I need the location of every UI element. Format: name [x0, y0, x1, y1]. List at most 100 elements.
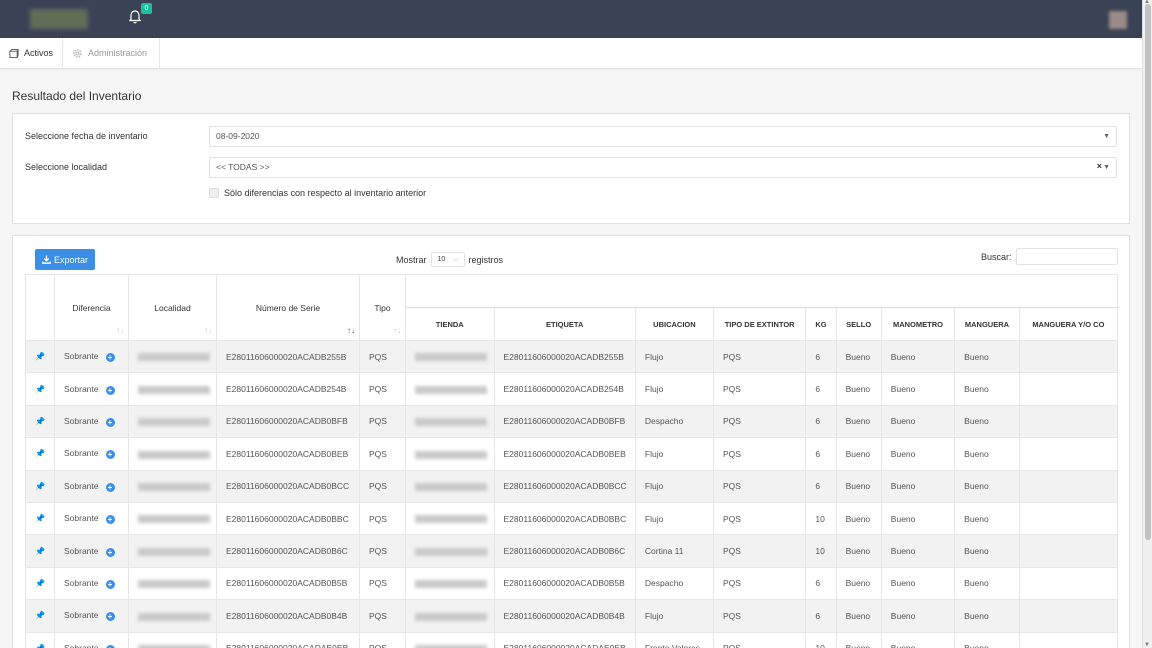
- tienda-cell: [405, 372, 495, 406]
- search-input[interactable]: [1016, 248, 1118, 265]
- pin-icon[interactable]: 📌: [25, 534, 55, 568]
- etiqueta-cell: E28011606000020ACADB0B4B: [493, 599, 636, 633]
- expand-icon[interactable]: +: [105, 482, 115, 492]
- column-header-tipo-de-extintor[interactable]: TIPO DE EXTINTOR: [712, 307, 807, 341]
- table-row[interactable]: E28011606000020ACADB0BFB Despacho PQS 6 Buen…: [405, 404, 1118, 439]
- nav-item-administracion[interactable]: Administración: [63, 38, 160, 68]
- pin-icon[interactable]: 📌: [25, 469, 55, 503]
- manguera-co-cell: [1018, 469, 1118, 503]
- column-header-sello[interactable]: SELLO: [835, 307, 882, 341]
- column-header-kg[interactable]: KG: [805, 307, 837, 341]
- localidad-select[interactable]: << TODAS >> × ▼: [209, 157, 1117, 178]
- table-row[interactable]: E28011606000020ACADB0BEB Flujo PQS 6 Bueno Bu…: [405, 437, 1118, 471]
- pin-icon[interactable]: 📌: [25, 339, 55, 374]
- pin-icon[interactable]: 📌: [25, 501, 55, 536]
- pin-icon[interactable]: 📌: [25, 631, 55, 648]
- column-header-manguera-y-o-co[interactable]: MANGUERA Y/O CO: [1018, 307, 1118, 341]
- manguera-co-cell: [1018, 599, 1118, 633]
- column-header-label: Tipo: [374, 302, 391, 313]
- column-header-manometro[interactable]: MANOMETRO: [880, 307, 956, 341]
- table-row[interactable]: 📌 Sobrante + E28011606000020ACADB0BFB PQS: [25, 404, 406, 439]
- redacted-value: [138, 353, 210, 362]
- redacted-value: [138, 547, 210, 556]
- etiqueta-cell: E28011606000020ACADB0B5B: [493, 566, 636, 601]
- scroll-down-icon[interactable]: ▼: [1144, 642, 1150, 648]
- column-header-etiqueta[interactable]: ETIQUETA: [493, 307, 636, 341]
- user-avatar[interactable]: [1109, 11, 1127, 29]
- table-row[interactable]: E28011606000020ACADB0B6C Cortina 11 PQS 10 B…: [405, 534, 1118, 568]
- expand-icon[interactable]: +: [105, 515, 115, 525]
- diferencia-cell: Sobrante +: [54, 469, 129, 503]
- table-row[interactable]: E28011606000020ACADB255B Flujo PQS 6 Bueno Bu…: [405, 339, 1118, 374]
- tienda-cell: [405, 437, 495, 471]
- pin-icon[interactable]: 📌: [25, 566, 55, 601]
- table-row[interactable]: 📌 Sobrante + E28011606000020ACADB0BBC PQS: [25, 501, 406, 536]
- redacted-value: [415, 385, 487, 394]
- expand-icon[interactable]: +: [105, 450, 115, 460]
- manometro-cell: Bueno: [880, 372, 956, 406]
- pin-icon[interactable]: 📌: [25, 437, 55, 471]
- column-header-manguera[interactable]: MANGUERA: [954, 307, 1020, 341]
- table-row[interactable]: 📌 Sobrante + E28011606000020ACADB0B4B PQS: [25, 599, 406, 633]
- table-row[interactable]: E28011606000020ACADB0BBC Flujo PQS 10 Bueno B…: [405, 501, 1118, 536]
- expand-icon[interactable]: +: [105, 612, 115, 622]
- column-header-localidad[interactable]: Localidad ↑↓: [128, 274, 217, 341]
- ubicacion-cell: Flujo: [634, 339, 714, 374]
- clear-icon[interactable]: ×: [1097, 157, 1102, 176]
- tipo-extintor-cell: PQS: [712, 534, 807, 568]
- pin-icon[interactable]: 📌: [25, 404, 55, 439]
- expand-icon[interactable]: +: [105, 353, 115, 363]
- table-row[interactable]: 📌 Sobrante + E28011606000020ACADB254B PQS: [25, 372, 406, 406]
- table-row[interactable]: 📌 Sobrante + E28011606000020ACADB0B5B PQS: [25, 566, 406, 601]
- serie-cell: E28011606000020ACADB255B: [216, 339, 360, 374]
- column-header-diferencia[interactable]: Diferencia ↑↓: [54, 274, 129, 341]
- sello-cell: Bueno: [835, 599, 882, 633]
- page-length-select[interactable]: 10 ⌵: [430, 252, 465, 267]
- table-row[interactable]: 📌 Sobrante + E28011606000020ACADB0BEB PQS: [25, 437, 406, 471]
- ubicacion-cell: Flujo: [634, 599, 714, 633]
- column-header-ubicacion[interactable]: UBICACION: [634, 307, 714, 341]
- scrollable-columns[interactable]: TIENDA ETIQUETA UBICACION TIPO DE EXTINTOR K…: [405, 274, 1118, 648]
- table-row[interactable]: 📌Sobrante+ E28011606000020ACADAE9EBPQS: [25, 631, 406, 648]
- table-row[interactable]: 📌 Sobrante + E28011606000020ACADB255B PQS: [25, 339, 406, 374]
- expand-icon[interactable]: +: [105, 547, 115, 557]
- table-row[interactable]: E28011606000020ACADAE9EBFrente ValoresPQ…: [405, 631, 1118, 648]
- column-header-tienda[interactable]: TIENDA: [405, 307, 495, 341]
- fecha-select[interactable]: 08-09-2020 ▼: [209, 126, 1117, 147]
- expand-icon[interactable]: +: [105, 417, 115, 427]
- table-row[interactable]: E28011606000020ACADB254B Flujo PQS 6 Bueno Bu…: [405, 372, 1118, 406]
- expand-icon[interactable]: +: [105, 579, 115, 589]
- tipo-extintor-cell: PQS: [712, 501, 807, 536]
- table-row[interactable]: E28011606000020ACADB0B4B Flujo PQS 6 Bueno Bu…: [405, 599, 1118, 633]
- tienda-cell: [405, 404, 495, 439]
- table-row[interactable]: E28011606000020ACADB0B5B Despacho PQS 6 Buen…: [405, 566, 1118, 601]
- diferencia-text: Sobrante: [64, 415, 99, 426]
- vertical-scrollbar[interactable]: ▲ ▼: [1142, 0, 1152, 648]
- table-row[interactable]: 📌 Sobrante + E28011606000020ACADB0B6C PQS: [25, 534, 406, 568]
- manguera-co-cell: [1018, 501, 1118, 536]
- etiqueta-cell: E28011606000020ACADB0BBC: [493, 501, 636, 536]
- serie-cell: E28011606000020ACADB0BCC: [216, 469, 360, 503]
- sello-cell: Bueno: [835, 501, 882, 536]
- chevron-down-icon: ⌵: [453, 256, 459, 263]
- redacted-value: [415, 450, 487, 459]
- export-button[interactable]: Exportar: [35, 249, 95, 270]
- scrollbar-thumb[interactable]: [1145, 4, 1151, 540]
- manometro-cell: Bueno: [880, 534, 956, 568]
- pin-icon[interactable]: 📌: [25, 599, 55, 633]
- nav-item-activos[interactable]: Activos: [0, 38, 63, 68]
- expand-icon[interactable]: +: [105, 385, 115, 395]
- table-row[interactable]: 📌 Sobrante + E28011606000020ACADB0BCC PQS: [25, 469, 406, 503]
- brand-logo[interactable]: [30, 9, 88, 29]
- column-header-tipo[interactable]: Tipo ↑↓: [359, 274, 406, 341]
- sort-icon: ↑↓: [204, 326, 212, 335]
- differences-checkbox[interactable]: [209, 188, 219, 198]
- column-header-label: Localidad: [154, 302, 191, 313]
- column-header-numero-serie[interactable]: Número de Serie ↑↓: [216, 274, 360, 341]
- records-label: registros: [468, 254, 504, 265]
- pin-icon[interactable]: 📌: [25, 372, 55, 406]
- tienda-cell: [405, 469, 495, 503]
- tienda-cell: [405, 599, 495, 633]
- table-row[interactable]: E28011606000020ACADB0BCC Flujo PQS 6 Bueno Bu…: [405, 469, 1118, 503]
- page-length-value: 10: [437, 256, 446, 263]
